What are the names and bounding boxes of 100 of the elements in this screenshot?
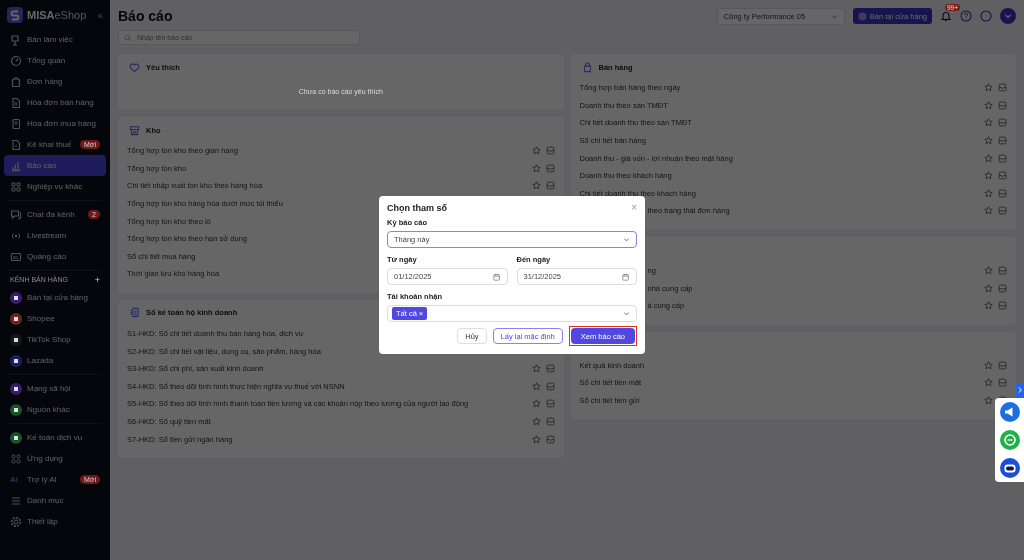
chevron-down-icon bbox=[623, 236, 630, 243]
export-icon[interactable] bbox=[545, 146, 555, 156]
sidebar-item[interactable]: Danh mục bbox=[4, 490, 106, 511]
export-icon[interactable] bbox=[998, 283, 1007, 293]
export-icon[interactable] bbox=[998, 378, 1007, 388]
export-icon[interactable] bbox=[545, 181, 555, 191]
megaphone-icon[interactable] bbox=[999, 402, 1020, 422]
chat-icon bbox=[10, 208, 22, 221]
avatar-icon[interactable] bbox=[1000, 8, 1016, 24]
chevron-down-icon bbox=[623, 310, 630, 317]
more-icon[interactable] bbox=[980, 10, 992, 22]
ad-icon bbox=[10, 250, 22, 263]
calendar-icon bbox=[492, 272, 501, 281]
export-icon[interactable] bbox=[545, 434, 555, 444]
sidebar-item[interactable]: Shopee bbox=[4, 308, 106, 329]
export-icon[interactable] bbox=[998, 118, 1007, 128]
star-icon[interactable] bbox=[984, 378, 993, 388]
export-icon[interactable] bbox=[545, 163, 555, 173]
add-button[interactable]: + bbox=[94, 276, 100, 285]
chat-icon[interactable] bbox=[999, 430, 1020, 450]
export-icon[interactable] bbox=[998, 301, 1007, 311]
star-icon[interactable] bbox=[531, 146, 541, 156]
sidebar-item[interactable]: Quảng cáo bbox=[4, 246, 106, 267]
star-icon[interactable] bbox=[531, 417, 541, 426]
star-icon[interactable] bbox=[531, 181, 541, 191]
bag-icon bbox=[10, 75, 22, 88]
sidebar-item[interactable]: Hóa đơn mua hàng bbox=[4, 113, 106, 134]
star-icon[interactable] bbox=[984, 206, 993, 216]
ai-icon: Ai bbox=[10, 475, 22, 484]
document-icon bbox=[10, 117, 22, 130]
expand-tab-icon[interactable] bbox=[1016, 383, 1024, 397]
star-icon[interactable] bbox=[984, 188, 993, 198]
help-icon[interactable] bbox=[960, 10, 972, 22]
collapse-button[interactable]: « bbox=[97, 9, 103, 21]
sidebar-item[interactable]: Thiết lập bbox=[4, 511, 106, 532]
store-icon bbox=[129, 124, 140, 136]
heart-icon bbox=[129, 61, 140, 73]
export-icon[interactable] bbox=[545, 364, 555, 374]
calendar-icon bbox=[622, 272, 630, 281]
export-icon[interactable] bbox=[998, 153, 1007, 163]
close-button[interactable]: × bbox=[631, 203, 637, 213]
robot-icon[interactable] bbox=[999, 458, 1020, 478]
bell-icon[interactable] bbox=[940, 10, 952, 22]
gear-icon bbox=[10, 515, 22, 528]
star-icon[interactable] bbox=[984, 118, 993, 128]
star-icon[interactable] bbox=[984, 83, 993, 93]
star-icon[interactable] bbox=[531, 381, 541, 391]
export-icon[interactable] bbox=[998, 188, 1007, 198]
dialog-title: Chọn tham số bbox=[387, 203, 447, 213]
star-icon[interactable] bbox=[984, 301, 993, 311]
sidebar-item[interactable]: Ứng dụng bbox=[4, 448, 106, 469]
desk-icon bbox=[10, 33, 22, 46]
logo-icon bbox=[7, 7, 23, 23]
star-icon[interactable] bbox=[984, 100, 993, 110]
star-icon[interactable] bbox=[531, 434, 541, 444]
sidebar-item[interactable]: Đơn hàng bbox=[4, 71, 106, 92]
export-icon[interactable] bbox=[545, 417, 555, 426]
grid-icon bbox=[10, 180, 22, 193]
star-icon[interactable] bbox=[984, 136, 993, 146]
export-icon[interactable] bbox=[998, 266, 1007, 276]
sidebar-item[interactable]: Nguồn khác bbox=[4, 399, 106, 420]
star-icon[interactable] bbox=[531, 364, 541, 374]
star-icon[interactable] bbox=[984, 283, 993, 293]
sidebar-item[interactable]: Tổng quan bbox=[4, 50, 106, 71]
star-icon[interactable] bbox=[984, 171, 993, 181]
export-icon[interactable] bbox=[998, 360, 1007, 370]
ledger-icon bbox=[129, 307, 140, 319]
logo-text: MISAeShop bbox=[27, 9, 87, 21]
export-icon[interactable] bbox=[545, 381, 555, 391]
export-icon[interactable] bbox=[998, 206, 1007, 216]
gauge-icon bbox=[10, 54, 22, 67]
star-icon[interactable] bbox=[984, 153, 993, 163]
sidebar-item[interactable]: Nghiệp vụ khác bbox=[4, 176, 106, 197]
star-icon[interactable] bbox=[984, 360, 993, 370]
sidebar-item[interactable]: Lazada bbox=[4, 350, 106, 371]
export-icon[interactable] bbox=[998, 171, 1007, 181]
star-icon[interactable] bbox=[984, 266, 993, 276]
search-icon bbox=[124, 33, 132, 42]
bag-icon bbox=[581, 61, 593, 73]
page-title: Báo cáo bbox=[118, 8, 173, 24]
sidebar-item[interactable]: Bàn làm việc bbox=[4, 29, 106, 50]
export-icon[interactable] bbox=[998, 83, 1007, 93]
star-icon[interactable] bbox=[984, 396, 993, 405]
star-icon[interactable] bbox=[531, 399, 541, 409]
chevron-down-icon bbox=[830, 12, 838, 20]
document-icon bbox=[10, 96, 22, 109]
apps-icon bbox=[10, 452, 22, 465]
bar-chart-icon bbox=[10, 159, 22, 172]
store-icon bbox=[857, 11, 867, 21]
sidebar-item[interactable]: Livestream bbox=[4, 225, 106, 246]
sidebar-item[interactable]: Kế toán dịch vụ bbox=[4, 427, 106, 448]
sidebar-item[interactable]: Mạng xã hội bbox=[4, 378, 106, 399]
export-icon[interactable] bbox=[998, 136, 1007, 146]
sidebar-item[interactable]: Hóa đơn bán hàng bbox=[4, 92, 106, 113]
star-icon[interactable] bbox=[531, 163, 541, 173]
export-icon[interactable] bbox=[998, 100, 1007, 110]
sidebar-item[interactable]: Bán tại cửa hàng bbox=[4, 287, 106, 308]
sidebar-item[interactable]: TikTok Shop bbox=[4, 329, 106, 350]
list-icon bbox=[10, 494, 22, 507]
export-icon[interactable] bbox=[545, 399, 555, 409]
